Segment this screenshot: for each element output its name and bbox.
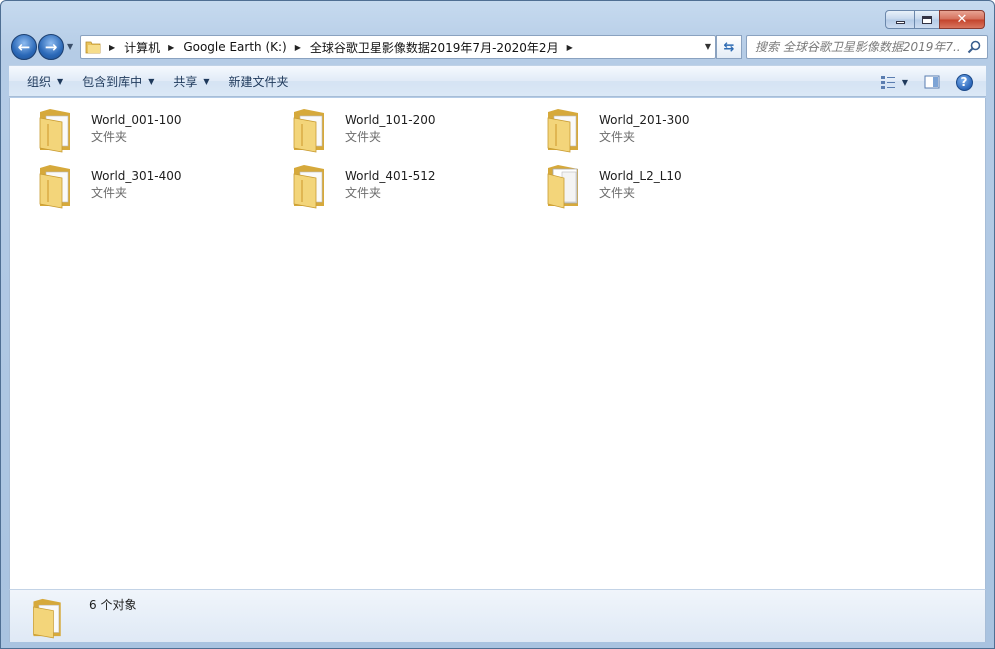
chevron-down-icon: ▼ bbox=[148, 76, 155, 86]
help-icon: ? bbox=[955, 73, 973, 91]
folder-item-text: World_401-512 文件夹 bbox=[345, 168, 436, 202]
address-history-dropdown[interactable]: ▼ bbox=[705, 42, 711, 51]
back-button[interactable]: ← bbox=[11, 34, 37, 60]
breadcrumb-drive[interactable]: Google Earth (K:) ▶ bbox=[183, 40, 310, 54]
view-tiles-icon bbox=[880, 76, 895, 89]
refresh-button[interactable]: ⇆ bbox=[716, 35, 742, 59]
folder-type: 文件夹 bbox=[345, 130, 382, 144]
folder-icon bbox=[85, 41, 101, 54]
chevron-right-icon[interactable]: ▶ bbox=[109, 43, 115, 52]
chevron-down-icon: ▼ bbox=[203, 76, 210, 86]
file-list[interactable]: World_001-100 文件夹 World_101-200 文件夹 Worl… bbox=[9, 98, 986, 589]
forward-button[interactable]: → bbox=[38, 34, 64, 60]
folder-name: World_L2_L10 bbox=[599, 169, 682, 183]
item-count: 6 个对象 bbox=[89, 598, 137, 612]
chevron-right-icon[interactable]: ▶ bbox=[567, 43, 573, 52]
maximize-icon bbox=[922, 15, 932, 24]
folder-name: World_301-400 bbox=[91, 169, 182, 183]
forward-arrow-icon: → bbox=[44, 38, 58, 56]
minimize-button[interactable] bbox=[885, 10, 915, 29]
preview-pane-icon bbox=[924, 75, 940, 89]
folder-icon bbox=[547, 109, 578, 153]
change-view-button[interactable]: ▼ bbox=[874, 70, 914, 94]
search-box[interactable] bbox=[746, 35, 988, 59]
search-icon[interactable] bbox=[967, 40, 981, 54]
preview-pane-button[interactable] bbox=[918, 70, 946, 94]
command-bar: 组织 ▼ 包含到库中 ▼ 共享 ▼ 新建文件夹 ▼ ? bbox=[9, 65, 986, 97]
breadcrumb-computer[interactable]: 计算机 ▶ bbox=[124, 39, 183, 56]
folder-item[interactable]: World_301-400 文件夹 bbox=[20, 160, 260, 214]
folder-item-text: World_101-200 文件夹 bbox=[345, 112, 436, 146]
folder-name: World_201-300 bbox=[599, 113, 690, 127]
folder-type: 文件夹 bbox=[345, 186, 382, 200]
chevron-right-icon[interactable]: ▶ bbox=[295, 43, 301, 52]
folder-name: World_101-200 bbox=[345, 113, 436, 127]
close-button[interactable]: ✕ bbox=[939, 10, 985, 29]
folder-item-text: World_301-400 文件夹 bbox=[91, 168, 182, 202]
folder-icon bbox=[39, 109, 70, 153]
explorer-window: ✕ ← → ▼ ▶ 计算机 ▶ Google Earth (K:) ▶ 全球谷歌卫星… bbox=[0, 0, 995, 649]
include-in-library-button[interactable]: 包含到库中 ▼ bbox=[73, 69, 163, 93]
folder-icon bbox=[39, 165, 70, 209]
folder-type: 文件夹 bbox=[91, 186, 128, 200]
folder-item[interactable]: World_101-200 文件夹 bbox=[274, 104, 514, 158]
view-controls: ▼ ? bbox=[870, 70, 978, 94]
chevron-down-icon: ▼ bbox=[57, 76, 64, 86]
folder-item-text: World_L2_L10 文件夹 bbox=[599, 168, 682, 202]
back-arrow-icon: ← bbox=[17, 38, 31, 56]
help-button[interactable]: ? bbox=[950, 70, 978, 94]
folder-item[interactable]: World_401-512 文件夹 bbox=[274, 160, 514, 214]
folder-item-text: World_001-100 文件夹 bbox=[91, 112, 182, 146]
folder-item[interactable]: World_201-300 文件夹 bbox=[528, 104, 768, 158]
breadcrumb-folder[interactable]: 全球谷歌卫星影像数据2019年7月-2020年2月 ▶ bbox=[310, 39, 582, 56]
minimize-icon bbox=[895, 21, 905, 24]
folder-name: World_401-512 bbox=[345, 169, 436, 183]
caption-buttons: ✕ bbox=[885, 10, 985, 29]
details-pane: 6 个对象 bbox=[9, 589, 986, 642]
folder-icon bbox=[293, 165, 324, 209]
folder-icon bbox=[293, 109, 324, 153]
folder-type: 文件夹 bbox=[91, 130, 128, 144]
folder-name: World_001-100 bbox=[91, 113, 182, 127]
organize-button[interactable]: 组织 ▼ bbox=[18, 69, 72, 93]
folder-item[interactable]: World_001-100 文件夹 bbox=[20, 104, 260, 158]
address-bar[interactable]: ▶ 计算机 ▶ Google Earth (K:) ▶ 全球谷歌卫星影像数据2019… bbox=[80, 35, 716, 59]
new-folder-button[interactable]: 新建文件夹 bbox=[220, 69, 298, 93]
chevron-down-icon: ▼ bbox=[901, 77, 909, 87]
folder-type: 文件夹 bbox=[599, 130, 636, 144]
search-input[interactable] bbox=[755, 40, 960, 54]
folder-white-docs-icon bbox=[547, 165, 578, 209]
folder-item[interactable]: World_L2_L10 文件夹 bbox=[528, 160, 768, 214]
maximize-button[interactable] bbox=[914, 10, 940, 29]
folder-icon bbox=[33, 598, 61, 639]
folder-item-text: World_201-300 文件夹 bbox=[599, 112, 690, 146]
breadcrumb-root[interactable]: ▶ bbox=[101, 43, 124, 52]
navigation-bar: ← → ▼ ▶ 计算机 ▶ Google Earth (K:) ▶ 全球谷歌卫星影像… bbox=[9, 33, 988, 61]
chevron-right-icon[interactable]: ▶ bbox=[168, 43, 174, 52]
close-icon: ✕ bbox=[956, 12, 968, 27]
refresh-icon: ⇆ bbox=[723, 39, 735, 55]
share-button[interactable]: 共享 ▼ bbox=[164, 69, 218, 93]
recent-pages-dropdown[interactable]: ▼ bbox=[67, 42, 73, 51]
folder-type: 文件夹 bbox=[599, 186, 636, 200]
